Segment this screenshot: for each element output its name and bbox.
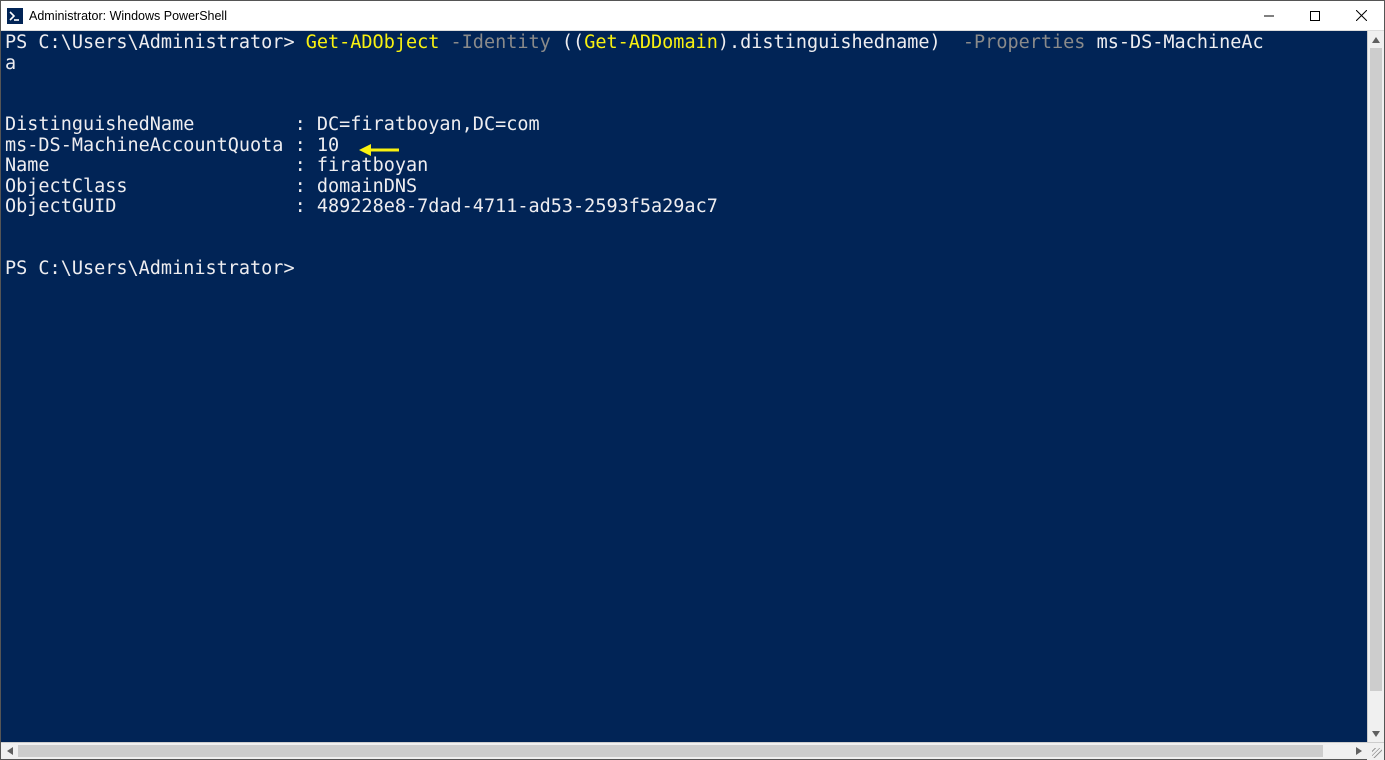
scroll-up-arrow-icon[interactable] <box>1368 31 1384 48</box>
close-button[interactable] <box>1338 1 1384 30</box>
scroll-track[interactable] <box>1368 48 1384 725</box>
output-value: 10 <box>317 135 339 156</box>
output-label: ObjectClass <box>5 176 283 197</box>
cmdlet-name: Get-ADObject <box>306 32 440 53</box>
content-area: PS C:\Users\Administrator> Get-ADObject … <box>1 31 1384 742</box>
cmd-text: ms-DS-MachineAc <box>1085 32 1263 53</box>
output-sep: : <box>283 114 316 135</box>
cmd-text: (( <box>551 32 584 53</box>
scroll-thumb[interactable] <box>18 745 1323 757</box>
vertical-scrollbar[interactable] <box>1367 31 1384 742</box>
output-value: 489228e8-7dad-4711-ad53-2593f5a29ac7 <box>317 196 718 217</box>
output-value: DC=firatboyan,DC=com <box>317 114 540 135</box>
prompt-text: PS C:\Users\Administrator> <box>5 32 306 53</box>
scroll-track[interactable] <box>18 743 1350 759</box>
powershell-icon <box>7 8 23 24</box>
cmdlet-name: Get-ADDomain <box>584 32 718 53</box>
scroll-down-arrow-icon[interactable] <box>1368 725 1384 742</box>
scroll-right-arrow-icon[interactable] <box>1350 743 1367 759</box>
output-sep: : <box>283 196 316 217</box>
cmd-text: ).distinguishedname) <box>718 32 963 53</box>
output-label: DistinguishedName <box>5 114 283 135</box>
horizontal-scrollbar[interactable] <box>1 742 1384 759</box>
window-title: Administrator: Windows PowerShell <box>29 9 1246 23</box>
maximize-button[interactable] <box>1292 1 1338 30</box>
output-sep: : <box>283 176 316 197</box>
prompt-text: PS C:\Users\Administrator> <box>5 258 295 279</box>
output-label: ms-DS-MachineAccountQuota <box>5 135 283 156</box>
resize-grip-icon[interactable] <box>1367 743 1384 760</box>
terminal-output[interactable]: PS C:\Users\Administrator> Get-ADObject … <box>1 31 1367 742</box>
param-identity: -Identity <box>439 32 550 53</box>
window-controls <box>1246 1 1384 30</box>
titlebar[interactable]: Administrator: Windows PowerShell <box>1 1 1384 31</box>
output-value: firatboyan <box>317 155 428 176</box>
output-sep: : <box>283 155 316 176</box>
output-sep: : <box>283 135 316 156</box>
minimize-button[interactable] <box>1246 1 1292 30</box>
scroll-left-arrow-icon[interactable] <box>1 743 18 759</box>
output-value: domainDNS <box>317 176 417 197</box>
output-label: Name <box>5 155 283 176</box>
output-label: ObjectGUID <box>5 196 283 217</box>
cmd-wrap: a <box>5 53 16 74</box>
powershell-window: Administrator: Windows PowerShell PS C:\… <box>0 0 1385 760</box>
scroll-thumb[interactable] <box>1370 48 1382 691</box>
param-properties: -Properties <box>963 32 1086 53</box>
